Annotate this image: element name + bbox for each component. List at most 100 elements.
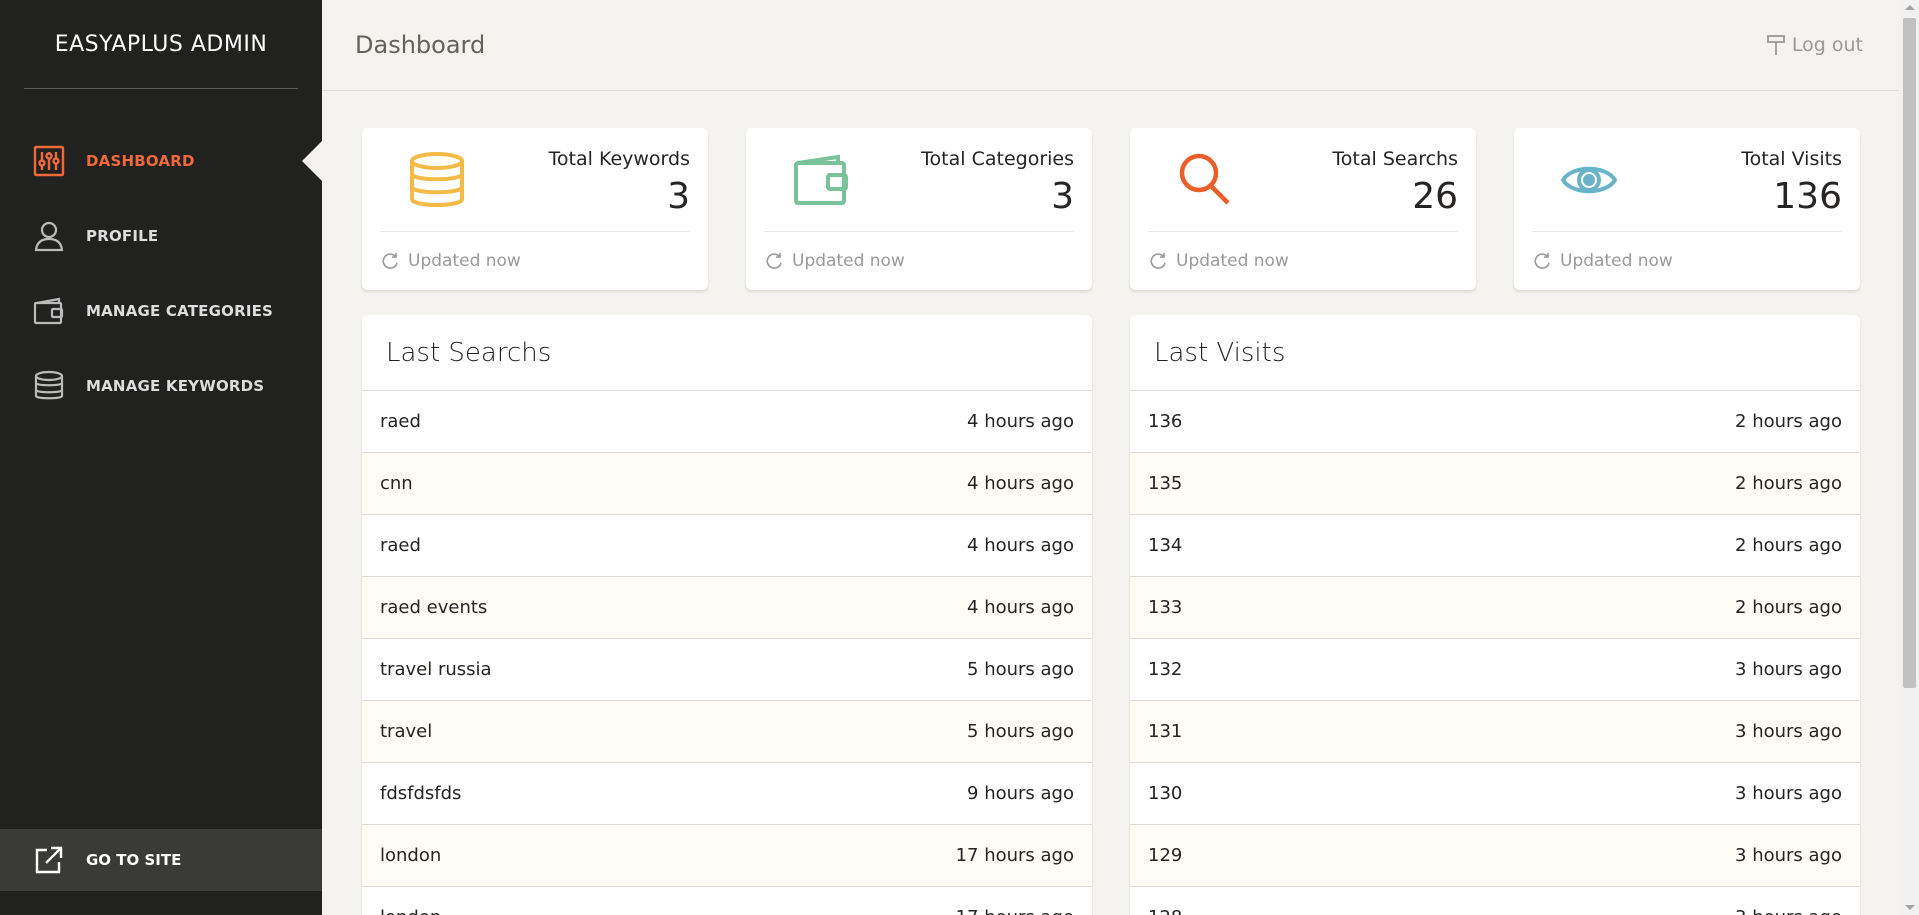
visits-list: 136 2 hours ago 135 2 hours ago 134 2 hours a… [1130,391,1860,915]
stat-footer: Updated now [792,250,905,271]
sidebar-item-dashboard[interactable]: DASHBOARD [0,123,322,198]
sidebar-item-manage-categories[interactable]: MANAGE CATEGORIES [0,273,322,348]
table-row: fdsfdsfds 9 hours ago [362,763,1092,825]
row-time: 5 hours ago [967,721,1074,742]
row-time: 3 hours ago [1735,721,1842,742]
wallet-icon [786,128,856,231]
row-label: travel russia [380,659,492,680]
row-time: 5 hours ago [967,659,1074,680]
sidebar: EASYAPLUS ADMIN DASHBOARD PROFILE MANAGE… [0,0,322,915]
stat-value: 136 [1773,176,1842,217]
stat-label: Total Searchs [1332,148,1458,170]
table-row: london 17 hours ago [362,887,1092,915]
stat-footer: Updated now [408,250,521,271]
row-label: raed [380,535,421,556]
sidebar-item-label: MANAGE KEYWORDS [86,376,265,395]
sidebar-item-manage-keywords[interactable]: MANAGE KEYWORDS [0,348,322,423]
searches-list: raed 4 hours ago cnn 4 hours ago raed 4 hours… [362,391,1092,915]
table-row: 133 2 hours ago [1130,577,1860,639]
stat-value: 3 [667,176,690,217]
logout-icon [1766,34,1786,56]
row-time: 9 hours ago [967,783,1074,804]
sidebar-item-label: MANAGE CATEGORIES [86,301,274,320]
page-scrollbar[interactable] [1900,0,1919,915]
row-label: 130 [1148,783,1183,804]
table-row: 130 3 hours ago [1130,763,1860,825]
wallet-icon [32,294,66,328]
row-label: 131 [1148,721,1183,742]
row-time: 3 hours ago [1735,907,1842,915]
row-time: 3 hours ago [1735,845,1842,866]
refresh-icon [1532,251,1552,271]
table-row: raed 4 hours ago [362,515,1092,577]
row-time: 4 hours ago [967,535,1074,556]
sidebar-item-label: DASHBOARD [86,151,195,170]
refresh-icon [1148,251,1168,271]
stat-label: Total Categories [921,148,1074,170]
sidebar-nav: DASHBOARD PROFILE MANAGE CATEGORIES MANA… [0,123,322,423]
scrollbar-thumb[interactable] [1903,18,1916,688]
row-time: 4 hours ago [967,411,1074,432]
page-title: Dashboard [355,31,486,59]
stat-card-categories: Total Categories 3 Updated now [746,128,1092,290]
row-label: fdsfdsfds [380,783,462,804]
user-icon [32,219,66,253]
row-label: 135 [1148,473,1183,494]
table-row: 129 3 hours ago [1130,825,1860,887]
refresh-icon [764,251,784,271]
row-label: 136 [1148,411,1183,432]
go-to-site-label: GO TO SITE [86,851,182,869]
stat-footer: Updated now [1176,250,1289,271]
panel-title: Last Visits [1130,315,1860,391]
logout-button[interactable]: Log out [1766,34,1863,56]
table-row: 131 3 hours ago [1130,701,1860,763]
row-label: travel [380,721,433,742]
table-row: raed 4 hours ago [362,391,1092,453]
go-to-site-button[interactable]: GO TO SITE [0,829,322,891]
row-label: 129 [1148,845,1183,866]
sidebar-item-profile[interactable]: PROFILE [0,198,322,273]
eye-icon [1554,128,1624,231]
panels-row: Last Searchs raed 4 hours ago cnn 4 hours a… [362,315,1860,915]
stats-row: Total Keywords 3 Updated now Total Categ… [362,128,1860,290]
row-label: london [380,845,442,866]
stat-footer: Updated now [1560,250,1673,271]
stat-label: Total Visits [1741,148,1842,170]
row-time: 2 hours ago [1735,411,1842,432]
table-row: 136 2 hours ago [1130,391,1860,453]
table-row: 135 2 hours ago [1130,453,1860,515]
database-icon [32,369,66,403]
row-label: cnn [380,473,413,494]
scroll-up-arrow[interactable] [1905,5,1915,10]
row-time: 4 hours ago [967,473,1074,494]
panel-title: Last Searchs [362,315,1092,391]
logout-label: Log out [1791,34,1863,56]
row-time: 2 hours ago [1735,473,1842,494]
table-row: 132 3 hours ago [1130,639,1860,701]
stat-value: 26 [1412,176,1458,217]
row-time: 2 hours ago [1735,597,1842,618]
row-label: raed events [380,597,488,618]
sliders-icon [32,144,66,178]
row-label: 128 [1148,907,1182,915]
row-label: 133 [1148,597,1183,618]
top-navbar: Dashboard Log out [322,0,1899,91]
refresh-icon [380,251,400,271]
row-time: 4 hours ago [967,597,1074,618]
stat-card-visits: Total Visits 136 Updated now [1514,128,1860,290]
sidebar-item-label: PROFILE [86,226,159,245]
last-visits-panel: Last Visits 136 2 hours ago 135 2 hours ago… [1130,315,1860,915]
row-label: 132 [1148,659,1183,680]
main-content: Dashboard Log out Total Keywords 3 Updat… [322,0,1899,915]
brand-title[interactable]: EASYAPLUS ADMIN [24,0,298,89]
stat-value: 3 [1051,176,1074,217]
table-row: travel russia 5 hours ago [362,639,1092,701]
table-row: travel 5 hours ago [362,701,1092,763]
table-row: raed events 4 hours ago [362,577,1092,639]
row-time: 17 hours ago [955,845,1074,866]
table-row: 128 3 hours ago [1130,887,1860,915]
stat-card-keywords: Total Keywords 3 Updated now [362,128,708,290]
table-row: 134 2 hours ago [1130,515,1860,577]
scroll-down-arrow[interactable] [1905,905,1915,910]
row-time: 2 hours ago [1735,535,1842,556]
